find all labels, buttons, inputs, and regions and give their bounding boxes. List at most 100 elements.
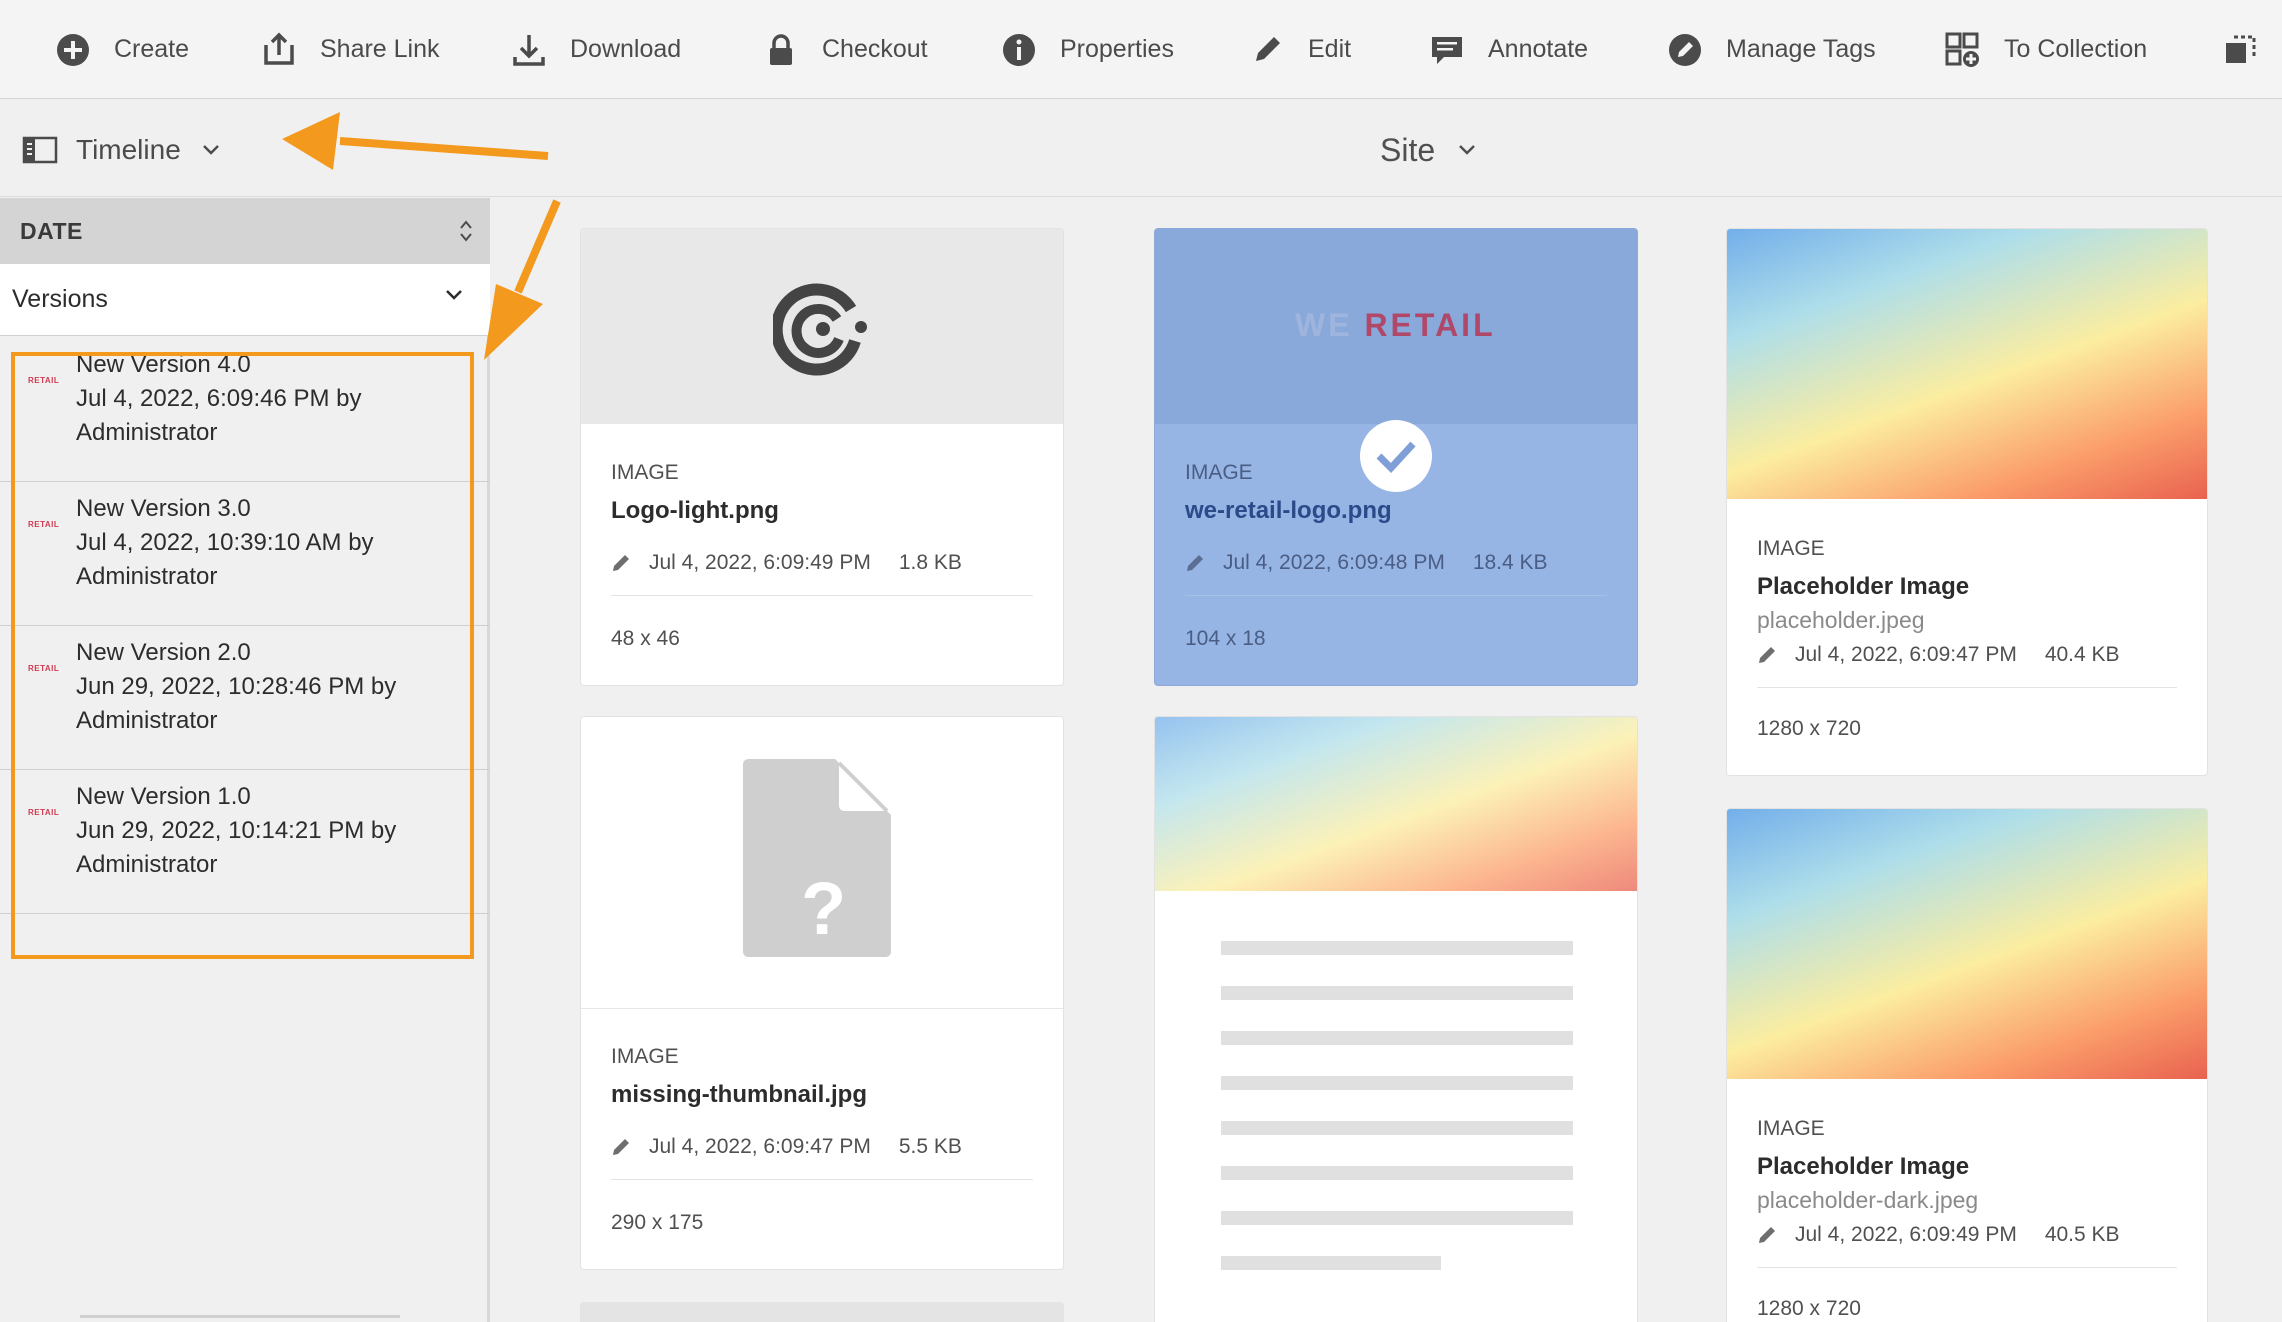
asset-name: Placeholder Image [1757, 573, 1970, 600]
asset-modified: Jul 4, 2022, 6:09:47 PM [649, 1135, 871, 1158]
document-text-lines [1221, 941, 1573, 1270]
annotate-label: Annotate [1488, 35, 1589, 63]
logo-text-retail: RETAIL [1364, 307, 1496, 343]
asset-card[interactable]: IMAGE Placeholder Image placeholder-dark… [1726, 808, 2208, 1322]
logo-text-we: WE [1295, 307, 1353, 343]
version-title: New Version 4.0 [76, 351, 251, 378]
create-label: Create [114, 35, 190, 63]
asset-type: IMAGE [1185, 461, 1253, 484]
chevron-down-icon [1459, 145, 1476, 155]
version-author: Administrator [76, 563, 218, 590]
checkout-button[interactable]: Checkout [762, 0, 928, 99]
asset-card[interactable] [1154, 716, 1638, 1322]
overflow-button[interactable] [2222, 0, 2260, 99]
selected-check-icon[interactable] [1360, 420, 1432, 492]
asset-card[interactable]: IMAGE Placeholder Image placeholder.jpeg… [1726, 228, 2208, 776]
card-divider [1185, 595, 1607, 596]
version-item[interactable]: RETAIL New Version 2.0 Jun 29, 2022, 10:… [0, 626, 490, 770]
action-toolbar: Create Share Link Download Checkout Prop… [0, 0, 2282, 99]
version-thumbnail: RETAIL [28, 808, 60, 817]
sort-icon [460, 220, 472, 242]
timeline-filter-select[interactable]: Versions [0, 264, 490, 336]
card-divider [611, 595, 1033, 596]
asset-modified: Jul 4, 2022, 6:09:49 PM [1795, 1223, 2017, 1246]
download-icon [513, 34, 545, 66]
asset-card[interactable]: IMAGE Logo-light.png Jul 4, 2022, 6:09:4… [580, 228, 1064, 686]
asset-dimensions: 104 x 18 [1185, 627, 1266, 650]
pencil-icon [613, 555, 629, 571]
date-sort-header[interactable]: DATE [0, 198, 490, 264]
plus-circle-icon [57, 33, 89, 66]
asset-filename: placeholder-dark.jpeg [1757, 1187, 1979, 1213]
rail-panel-icon [22, 136, 58, 164]
site-breadcrumb[interactable]: Site [1380, 126, 1477, 174]
unknown-file-icon: ? [743, 759, 891, 957]
asset-size: 1.8 KB [898, 551, 962, 574]
version-date: Jul 4, 2022, 10:39:10 AM by [76, 529, 374, 556]
edit-button[interactable]: Edit [1248, 0, 1351, 99]
pencil-icon [1256, 36, 1280, 61]
asset-thumbnail [1727, 809, 2207, 1079]
asset-modified: Jul 4, 2022, 6:09:48 PM [1223, 551, 1445, 574]
version-thumbnail: RETAIL [28, 520, 60, 529]
version-list: RETAIL New Version 4.0 Jul 4, 2022, 6:09… [0, 338, 490, 914]
version-title: New Version 2.0 [76, 639, 251, 666]
asset-meta: Jul 4, 2022, 6:09:49 PM 1.8 KB [611, 551, 962, 575]
version-date: Jun 29, 2022, 10:28:46 PM by [76, 673, 397, 700]
rail-selector[interactable]: Timeline [22, 128, 221, 172]
asset-size: 18.4 KB [1472, 551, 1548, 574]
tag-icon [1669, 33, 1701, 66]
arrow-to-versions [484, 199, 561, 360]
version-author: Administrator [76, 419, 218, 446]
version-item[interactable]: RETAIL New Version 4.0 Jul 4, 2022, 6:09… [0, 338, 490, 482]
asset-thumbnail [581, 229, 1063, 424]
info-icon [1003, 33, 1035, 66]
version-thumbnail: RETAIL [28, 376, 60, 385]
share-link-button[interactable]: Share Link [260, 0, 440, 99]
rail-selector-label: Timeline [76, 134, 181, 165]
manage-tags-label: Manage Tags [1726, 35, 1876, 63]
to-collection-label: To Collection [2004, 35, 2148, 63]
pencil-icon [1759, 647, 1775, 663]
download-label: Download [570, 35, 682, 63]
version-item[interactable]: RETAIL New Version 3.0 Jul 4, 2022, 10:3… [0, 482, 490, 626]
asset-dimensions: 48 x 46 [611, 627, 680, 650]
properties-button[interactable]: Properties [1000, 0, 1174, 99]
pencil-icon [1759, 1227, 1775, 1243]
asset-dimensions: 1280 x 720 [1757, 1297, 1861, 1320]
asset-card[interactable]: ? IMAGE missing-thumbnail.jpg Jul 4, 202… [580, 716, 1064, 1270]
lock-icon [770, 33, 792, 65]
pencil-icon [613, 1139, 629, 1155]
edit-label: Edit [1308, 35, 1352, 63]
asset-thumbnail: WE RETAIL [1155, 229, 1637, 424]
rail-scroll-indicator [80, 1315, 400, 1318]
svg-text:?: ? [801, 867, 846, 950]
version-item[interactable]: RETAIL New Version 1.0 Jun 29, 2022, 10:… [0, 770, 490, 914]
share-link-label: Share Link [320, 35, 440, 63]
asset-thumbnail: ? [581, 717, 1063, 1009]
version-title: New Version 1.0 [76, 783, 251, 810]
asset-type: IMAGE [1757, 1117, 1825, 1140]
asset-thumbnail [1727, 229, 2207, 499]
create-button[interactable]: Create [54, 0, 189, 99]
annotate-button[interactable]: Annotate [1428, 0, 1588, 99]
timeline-filter-value: Versions [12, 285, 108, 313]
version-date: Jul 4, 2022, 6:09:46 PM by [76, 385, 362, 412]
to-collection-button[interactable]: To Collection [1944, 0, 2147, 99]
asset-meta: Jul 4, 2022, 6:09:48 PM 18.4 KB [1185, 551, 1548, 575]
asset-thumbnail [1155, 717, 1637, 891]
properties-label: Properties [1060, 35, 1174, 63]
asset-modified: Jul 4, 2022, 6:09:49 PM [649, 551, 871, 574]
card-divider [1757, 687, 2177, 688]
version-author: Administrator [76, 707, 218, 734]
manage-tags-button[interactable]: Manage Tags [1666, 0, 1876, 99]
date-sort-label: DATE [20, 217, 83, 244]
asset-size: 40.5 KB [2044, 1223, 2120, 1246]
asset-type: IMAGE [611, 1045, 679, 1068]
version-author: Administrator [76, 851, 218, 878]
download-button[interactable]: Download [510, 0, 681, 99]
asset-card-partial[interactable] [580, 1302, 1064, 1322]
comment-icon [1432, 36, 1462, 64]
timeline-rail: DATE Versions RETAIL New Version 4.0 Jul… [0, 198, 490, 1322]
asset-dimensions: 290 x 175 [611, 1211, 704, 1234]
